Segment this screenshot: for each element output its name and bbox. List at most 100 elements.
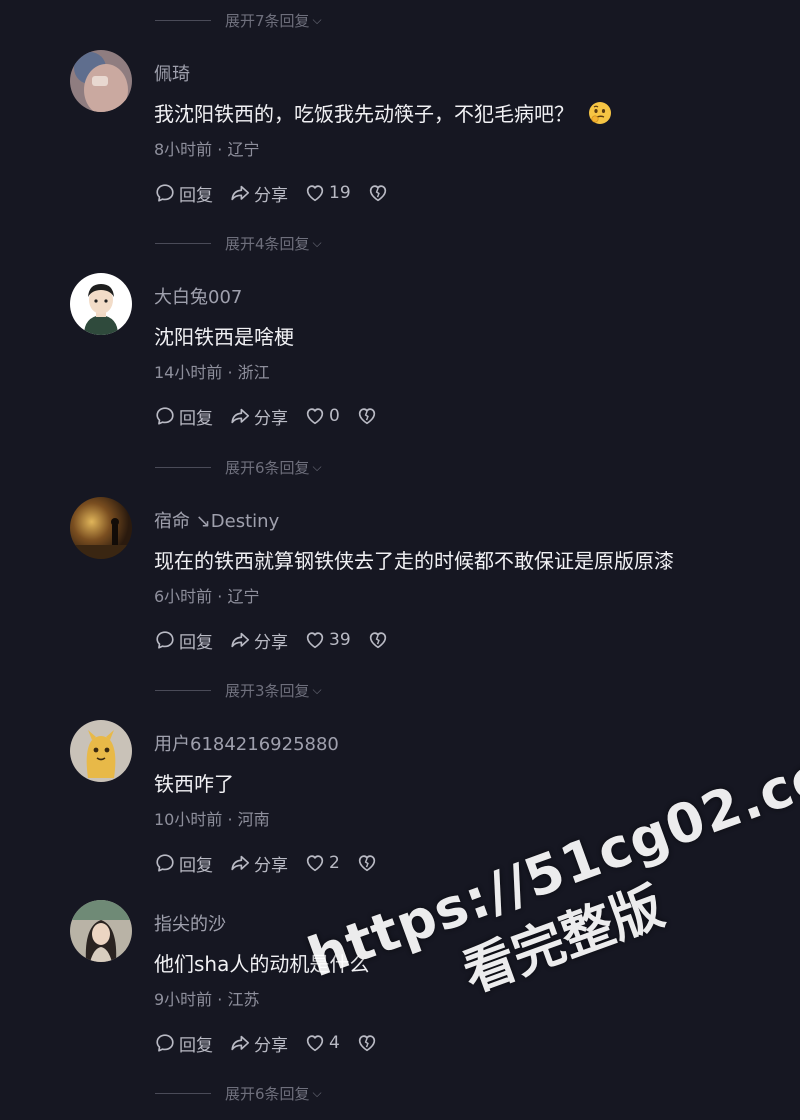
- expand-replies-button[interactable]: 展开3条回复 ⌵: [155, 678, 322, 702]
- chevron-down-icon: ⌵: [312, 1085, 322, 1100]
- comment-text-content: 我沈阳铁西的，吃饭我先动筷子，不犯毛病吧？: [154, 102, 574, 126]
- username[interactable]: 用户6184216925880: [154, 730, 339, 756]
- dislike-button[interactable]: [356, 405, 381, 427]
- comment-meta: 14小时前 · 浙江: [154, 359, 270, 383]
- heart-icon: [306, 632, 324, 649]
- chevron-down-icon: ⌵: [312, 459, 322, 474]
- comment-text: 铁西咋了: [154, 768, 234, 797]
- comment-text-content: 沈阳铁西是啥梗: [154, 325, 294, 349]
- like-button[interactable]: 39: [304, 629, 351, 651]
- expand-replies-label: 展开6条回复: [225, 1084, 310, 1103]
- comment-time: 14小时前: [154, 363, 223, 382]
- like-count: 2: [329, 853, 340, 873]
- share-label: 分享: [254, 185, 288, 206]
- comment-actions: 回复 分享 39: [154, 628, 408, 653]
- share-button[interactable]: 分享: [229, 628, 288, 653]
- reply-icon: [156, 184, 174, 202]
- reply-icon: [156, 1034, 174, 1052]
- username[interactable]: 佩琦: [154, 60, 190, 86]
- reply-label: 回复: [179, 1035, 213, 1056]
- share-label: 分享: [254, 855, 288, 876]
- comment-location: 江苏: [227, 990, 260, 1009]
- username[interactable]: 大白兔007: [154, 283, 242, 309]
- broken-heart-icon: [358, 408, 375, 425]
- reply-icon: [156, 631, 174, 649]
- expand-replies-label: 展开4条回复: [225, 234, 310, 253]
- comment-time: 9小时前: [154, 990, 213, 1009]
- reply-button[interactable]: 回复: [154, 851, 213, 876]
- like-button[interactable]: 2: [304, 852, 340, 874]
- reply-icon: [156, 854, 174, 872]
- comment-item: 用户6184216925880 铁西咋了 10小时前 · 河南 回复 分享 2: [0, 720, 800, 890]
- comment-location: 辽宁: [227, 140, 260, 159]
- share-icon: [231, 185, 250, 201]
- like-button[interactable]: 4: [304, 1032, 340, 1054]
- expand-replies-button[interactable]: 展开4条回复 ⌵: [155, 231, 322, 255]
- share-label: 分享: [254, 1035, 288, 1056]
- reply-label: 回复: [179, 632, 213, 653]
- broken-heart-icon: [358, 855, 375, 872]
- expand-replies-button[interactable]: 展开6条回复 ⌵: [155, 1081, 322, 1105]
- heart-icon: [306, 1035, 324, 1052]
- comment-actions: 回复 分享 19: [154, 181, 408, 206]
- broken-heart-icon: [358, 1035, 375, 1052]
- like-button[interactable]: 0: [304, 405, 340, 427]
- dislike-button[interactable]: [356, 852, 381, 874]
- reply-button[interactable]: 回复: [154, 628, 213, 653]
- share-button[interactable]: 分享: [229, 404, 288, 429]
- meta-separator: ·: [227, 810, 238, 829]
- dislike-button[interactable]: [367, 629, 392, 651]
- avatar[interactable]: [70, 720, 132, 782]
- meta-separator: ·: [217, 990, 228, 1009]
- avatar[interactable]: [70, 50, 132, 112]
- share-button[interactable]: 分享: [229, 851, 288, 876]
- comment-actions: 回复 分享 4: [154, 1031, 397, 1056]
- expand-replies-button[interactable]: 展开7条回复 ⌵: [155, 8, 322, 32]
- avatar[interactable]: [70, 497, 132, 559]
- divider-line: [155, 19, 211, 21]
- comment-time: 10小时前: [154, 810, 223, 829]
- comment-item: 大白兔007 沈阳铁西是啥梗 14小时前 · 浙江 回复 分享 0: [0, 273, 800, 443]
- share-icon: [231, 1035, 250, 1051]
- reply-button[interactable]: 回复: [154, 1031, 213, 1056]
- expand-replies-label: 展开7条回复: [225, 11, 310, 30]
- dislike-button[interactable]: [356, 1032, 381, 1054]
- reply-button[interactable]: 回复: [154, 404, 213, 429]
- comment-text: 我沈阳铁西的，吃饭我先动筷子，不犯毛病吧？: [154, 98, 612, 127]
- avatar[interactable]: [70, 900, 132, 962]
- divider-line: [155, 689, 211, 691]
- thinking-face-emoji: [588, 101, 612, 125]
- comment-text-content: 现在的铁西就算钢铁侠去了走的时候都不敢保证是原版原漆: [154, 549, 674, 573]
- comment-item: 宿命 ↘Destiny 现在的铁西就算钢铁侠去了走的时候都不敢保证是原版原漆 6…: [0, 497, 800, 667]
- comment-meta: 10小时前 · 河南: [154, 806, 270, 830]
- comment-item: 佩琦 我沈阳铁西的，吃饭我先动筷子，不犯毛病吧？ 8小时前 · 辽宁 回复 分享…: [0, 50, 800, 220]
- divider-line: [155, 1092, 211, 1094]
- reply-button[interactable]: 回复: [154, 181, 213, 206]
- chevron-down-icon: ⌵: [312, 12, 322, 27]
- username[interactable]: 宿命 ↘Destiny: [154, 507, 279, 533]
- share-label: 分享: [254, 408, 288, 429]
- comment-text: 现在的铁西就算钢铁侠去了走的时候都不敢保证是原版原漆: [154, 545, 674, 574]
- comment-time: 8小时前: [154, 140, 213, 159]
- share-icon: [231, 632, 250, 648]
- username[interactable]: 指尖的沙: [154, 910, 226, 936]
- like-button[interactable]: 19: [304, 182, 351, 204]
- share-button[interactable]: 分享: [229, 181, 288, 206]
- reply-label: 回复: [179, 185, 213, 206]
- heart-icon: [306, 185, 324, 202]
- broken-heart-icon: [369, 632, 386, 649]
- share-icon: [231, 855, 250, 871]
- expand-replies-button[interactable]: 展开6条回复 ⌵: [155, 455, 322, 479]
- comment-meta: 8小时前 · 辽宁: [154, 136, 259, 160]
- expand-replies-label: 展开6条回复: [225, 458, 310, 477]
- comment-text: 沈阳铁西是啥梗: [154, 321, 294, 350]
- divider-line: [155, 466, 211, 468]
- share-label: 分享: [254, 632, 288, 653]
- like-count: 19: [329, 183, 351, 203]
- chevron-down-icon: ⌵: [312, 682, 322, 697]
- comment-actions: 回复 分享 0: [154, 404, 397, 429]
- avatar[interactable]: [70, 273, 132, 335]
- meta-separator: ·: [227, 363, 238, 382]
- share-button[interactable]: 分享: [229, 1031, 288, 1056]
- dislike-button[interactable]: [367, 182, 392, 204]
